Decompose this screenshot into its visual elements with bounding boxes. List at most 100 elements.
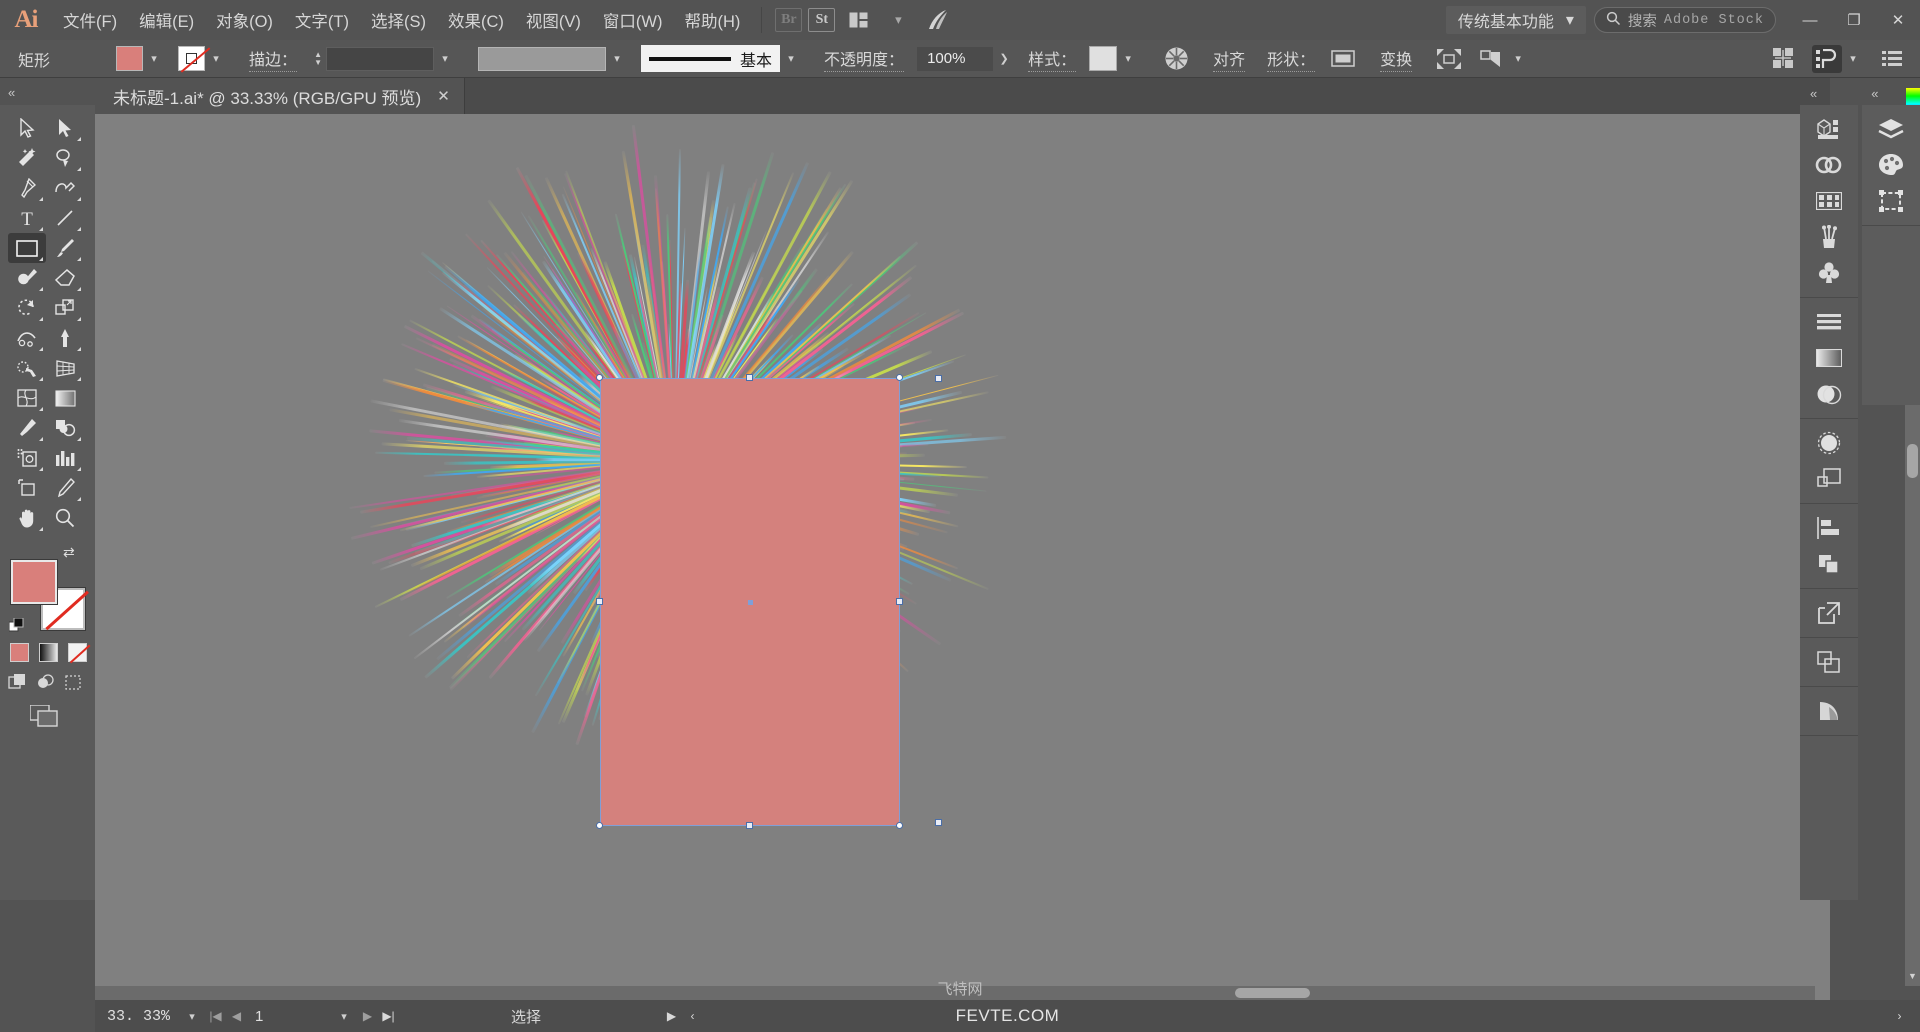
bounding-box-handle[interactable] — [935, 375, 942, 382]
stroke-weight-stepper[interactable]: ▲ ▼ — [310, 50, 326, 67]
magic-wand-tool[interactable] — [8, 143, 46, 173]
shape-properties-icon[interactable] — [1328, 45, 1358, 73]
chevron-down-icon[interactable]: ▾ — [881, 7, 915, 33]
style-label[interactable]: 样式： — [1028, 46, 1077, 72]
perspective-grid-tool[interactable] — [46, 353, 84, 383]
chevron-down-icon[interactable]: ▾ — [434, 52, 456, 65]
swap-fill-stroke-icon[interactable]: ⇄ — [63, 544, 75, 561]
type-tool[interactable]: T — [8, 203, 46, 233]
selection-handle[interactable] — [596, 598, 603, 605]
artboard-chevron-down-icon[interactable]: ▾ — [331, 1010, 357, 1023]
zoom-chevron-down-icon[interactable]: ▾ — [179, 1010, 205, 1023]
next-artboard-button[interactable]: ▶ — [357, 1009, 378, 1023]
stroke-weight-input[interactable] — [326, 46, 435, 71]
horizontal-scroll-thumb[interactable] — [1235, 988, 1310, 998]
line-segment-tool[interactable] — [46, 203, 84, 233]
properties-icon[interactable] — [1862, 183, 1920, 219]
shaper-tool[interactable] — [8, 263, 46, 293]
search-adobe-stock[interactable]: 搜索 Adobe Stock — [1593, 7, 1776, 33]
shape-label[interactable]: 形状： — [1267, 46, 1316, 72]
fill-color-box[interactable] — [11, 560, 57, 604]
select-similar-icon[interactable] — [1477, 45, 1507, 73]
free-transform-tool[interactable] — [46, 323, 84, 353]
transform-label[interactable]: 变换 — [1380, 46, 1413, 72]
column-graph-tool[interactable] — [46, 443, 84, 473]
rotate-tool[interactable] — [8, 293, 46, 323]
draw-behind-icon[interactable] — [36, 673, 55, 697]
eyedropper-tool[interactable] — [8, 413, 46, 443]
recolor-artwork-icon[interactable] — [1161, 45, 1191, 73]
creative-cloud-libraries-icon[interactable] — [1800, 147, 1858, 183]
chevron-down-icon[interactable]: ▾ — [1117, 52, 1139, 65]
selection-handle[interactable] — [596, 822, 603, 829]
color-swatch-button[interactable] — [10, 643, 29, 662]
align-label[interactable]: 对齐 — [1213, 46, 1246, 72]
pathfinder-icon[interactable] — [1800, 546, 1858, 582]
draw-inside-icon[interactable] — [64, 673, 83, 697]
draw-normal-icon[interactable] — [8, 673, 27, 697]
artboard-number-input[interactable]: 1 — [247, 1005, 331, 1027]
align-panel-icon[interactable] — [1800, 510, 1858, 546]
transparency-icon[interactable] — [1800, 376, 1858, 412]
status-left-arrow[interactable]: ‹ — [682, 1009, 703, 1023]
document-tab[interactable]: 未标题-1.ai* @ 33.33% (RGB/GPU 预览) ✕ — [95, 78, 465, 114]
selection-handle[interactable] — [746, 374, 753, 381]
swatches-icon[interactable] — [1800, 183, 1858, 219]
menu-effect[interactable]: 效果(C) — [437, 0, 515, 40]
scroll-down-icon[interactable]: ▼ — [1905, 971, 1920, 986]
isolate-selected-icon[interactable] — [1434, 45, 1464, 73]
brush-definition-select[interactable]: 基本 — [641, 45, 781, 72]
window-minimize-button[interactable]: — — [1788, 0, 1832, 40]
chevron-down-icon[interactable]: ▾ — [780, 52, 802, 65]
eraser-tool[interactable] — [46, 263, 84, 293]
artboards-icon[interactable] — [1800, 644, 1858, 680]
graphic-styles-icon[interactable] — [1800, 461, 1858, 497]
stroke-profile-select[interactable] — [478, 46, 607, 71]
artboard-tool[interactable] — [8, 473, 46, 503]
selection-handle[interactable] — [596, 374, 603, 381]
symbol-sprayer-tool[interactable] — [8, 443, 46, 473]
selection-tool[interactable] — [8, 113, 46, 143]
menu-select[interactable]: 选择(S) — [360, 0, 437, 40]
workspace-switcher[interactable]: 传统基本功能 ▾ — [1445, 6, 1586, 34]
status-right-arrow[interactable]: › — [1889, 1009, 1910, 1023]
menu-type[interactable]: 文字(T) — [284, 0, 360, 40]
gradient-icon[interactable] — [1800, 340, 1858, 376]
selection-handle[interactable] — [896, 374, 903, 381]
arrange-grid-icon[interactable] — [1769, 45, 1799, 73]
fill-color-swatch[interactable] — [116, 46, 144, 71]
selection-handle[interactable] — [896, 598, 903, 605]
chevron-down-icon[interactable]: ▾ — [606, 52, 628, 65]
chevron-down-icon[interactable]: ▾ — [1507, 52, 1529, 65]
dock-collapse-right-button[interactable]: « — [1871, 86, 1878, 101]
zoom-level-input[interactable]: 33. 33% — [107, 1005, 179, 1027]
asset-export-icon[interactable] — [1800, 595, 1858, 631]
mesh-tool[interactable] — [8, 383, 46, 413]
prev-artboard-button[interactable]: ◀ — [226, 1009, 247, 1023]
status-popup-button[interactable]: ▶ — [661, 1009, 682, 1023]
window-restore-button[interactable]: ❐ — [1832, 0, 1876, 40]
curvature-tool[interactable] — [46, 173, 84, 203]
stroke-weight-label[interactable]: 描边： — [249, 46, 298, 72]
layers-icon[interactable] — [1862, 111, 1920, 147]
gradient-swatch-button[interactable] — [39, 643, 58, 662]
none-swatch-button[interactable] — [68, 643, 87, 662]
opacity-label[interactable]: 不透明度： — [824, 46, 905, 72]
menu-help[interactable]: 帮助(H) — [673, 0, 751, 40]
stock-icon[interactable]: St — [808, 8, 836, 32]
direct-selection-tool[interactable] — [46, 113, 84, 143]
gradient-tool[interactable] — [46, 383, 84, 413]
slice-tool[interactable] — [46, 473, 84, 503]
bridge-icon[interactable]: Br — [775, 8, 803, 32]
lasso-tool[interactable] — [46, 143, 84, 173]
close-icon[interactable]: ✕ — [437, 87, 450, 105]
last-artboard-button[interactable]: ▶| — [378, 1009, 399, 1023]
rectangle-tool[interactable] — [8, 233, 46, 263]
blend-tool[interactable] — [46, 413, 84, 443]
selection-handle[interactable] — [746, 822, 753, 829]
chevron-down-icon[interactable]: ▾ — [143, 52, 165, 65]
menu-file[interactable]: 文件(F) — [52, 0, 128, 40]
opacity-input[interactable]: 100% — [917, 46, 994, 71]
canvas-area[interactable] — [95, 114, 1830, 1000]
color-icon[interactable] — [1862, 147, 1920, 183]
